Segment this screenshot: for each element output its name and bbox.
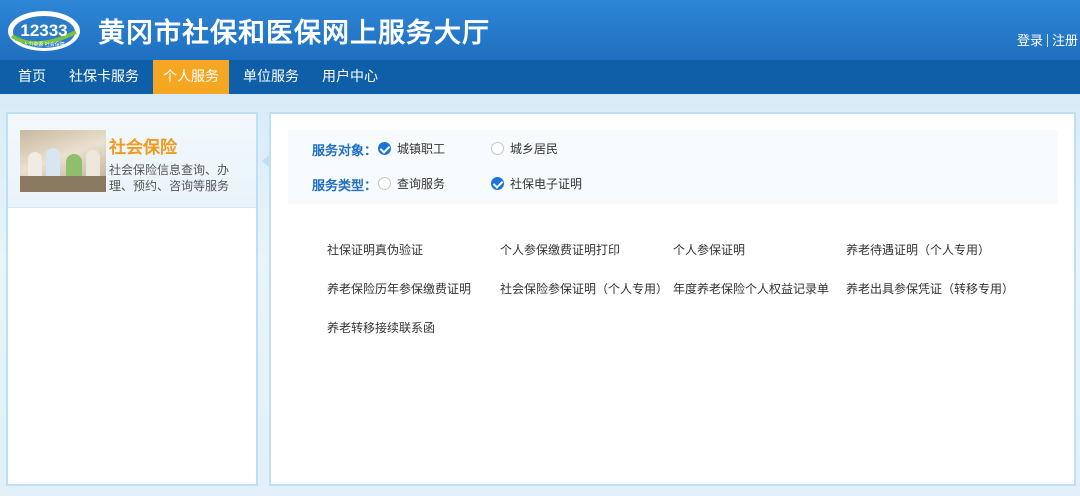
service-target-urban-workers[interactable]: 城镇职工 [378,140,445,157]
logo-12333[interactable]: 12333 人力资源 社会保障 [6,6,82,54]
service-target-label: 服务对象： [312,144,378,159]
service-link[interactable]: 个人参保缴费证明打印 [500,241,620,258]
service-link[interactable]: 个人参保证明 [673,241,745,258]
panel-pointer-icon [262,155,269,167]
main-nav: 首页 社保卡服务 个人服务 单位服务 用户中心 [0,60,1080,94]
logo-subtext: 人力资源 社会保障 [23,41,65,48]
service-link[interactable]: 社保证明真伪验证 [327,241,423,258]
service-type-label: 服务类型： [312,179,378,194]
sidebar-card-description: 社会保险信息查询、办理、预约、咨询等服务 [109,163,230,193]
register-link[interactable]: 注册 [1052,34,1078,49]
nav-social-card[interactable]: 社保卡服务 [62,60,146,94]
service-link[interactable]: 社会保险参保证明（个人专用） [500,280,668,297]
auth-divider [1046,34,1048,47]
auth-links: 登录 注册 [1017,30,1078,49]
checked-radio-icon [491,177,504,190]
service-type-query[interactable]: 查询服务 [378,175,445,192]
nav-personal-services[interactable]: 个人服务 [153,60,229,94]
nav-unit-services[interactable]: 单位服务 [236,60,306,94]
unchecked-radio-icon [378,177,391,190]
sidebar-item-social-insurance[interactable]: 社会保险 社会保险信息查询、办理、预约、咨询等服务 [8,114,256,208]
login-link[interactable]: 登录 [1017,34,1043,49]
service-link[interactable]: 养老保险历年参保缴费证明 [327,280,471,297]
option-label: 社保电子证明 [510,177,583,191]
option-label: 城乡居民 [510,142,559,156]
unchecked-radio-icon [491,142,504,155]
checked-radio-icon [378,142,391,155]
sidebar-panel: 社会保险 社会保险信息查询、办理、预约、咨询等服务 [6,112,258,486]
family-photo [20,130,106,192]
service-link[interactable]: 养老待遇证明（个人专用） [846,241,990,258]
option-label: 城镇职工 [397,142,446,156]
service-link[interactable]: 年度养老保险个人权益记录单 [673,280,829,297]
service-target-urban-rural-residents[interactable]: 城乡居民 [491,140,558,157]
site-title: 黄冈市社保和医保网上服务大厅 [98,18,490,49]
service-link[interactable]: 养老出具参保凭证（转移专用） [846,280,1014,297]
service-link[interactable]: 养老转移接续联系函 [327,319,435,336]
logo-number: 12333 [20,21,67,40]
site-header: 12333 人力资源 社会保障 黄冈市社保和医保网上服务大厅 登录 注册 [0,0,1080,60]
nav-home[interactable]: 首页 [6,60,58,94]
nav-user-center[interactable]: 用户中心 [314,60,386,94]
service-type-e-certificate[interactable]: 社保电子证明 [491,175,582,192]
sidebar-card-title: 社会保险 [109,138,177,158]
option-label: 查询服务 [397,177,446,191]
